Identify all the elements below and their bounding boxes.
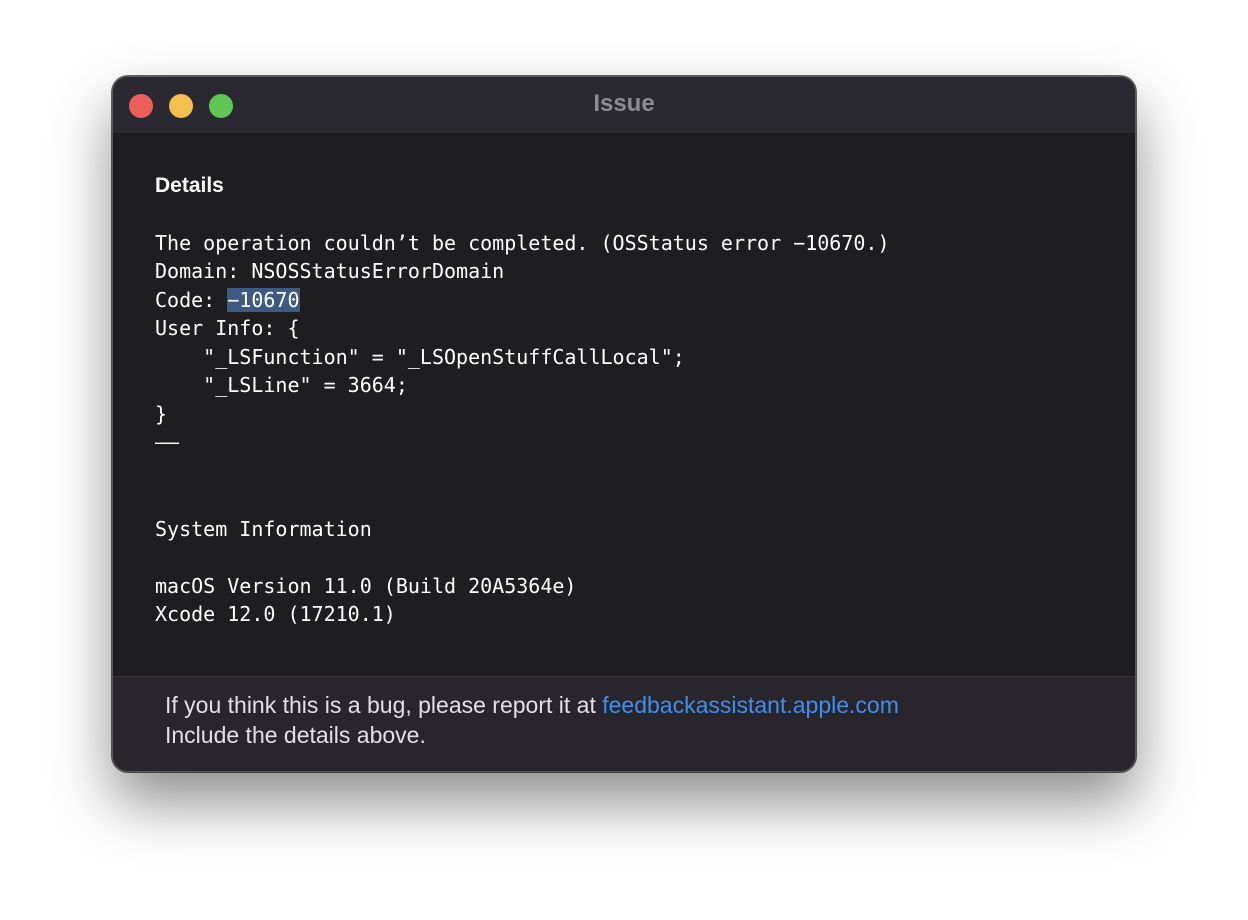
user-info-close: } xyxy=(155,402,168,426)
footer-report-text: If you think this is a bug, please repor… xyxy=(165,692,603,718)
error-code-label: Code: xyxy=(155,288,228,312)
system-info-heading: System Information xyxy=(155,517,372,541)
feedback-link[interactable]: feedbackassistant.apple.com xyxy=(602,692,899,718)
window-title: Issue xyxy=(593,90,655,117)
title-bar[interactable]: Issue xyxy=(113,77,1135,133)
details-heading: Details xyxy=(155,174,224,197)
user-info-function: "_LSFunction" = "_LSOpenStuffCallLocal"; xyxy=(155,345,685,369)
error-code-value[interactable]: −10670 xyxy=(227,288,300,312)
issue-window: Issue Details The operation couldn’t be … xyxy=(112,76,1136,772)
macos-version: macOS Version 11.0 (Build 20A5364e) xyxy=(155,574,577,598)
error-code-line: Code: −10670 xyxy=(155,286,300,314)
separator: –– xyxy=(155,430,180,454)
footer-report-line: If you think this is a bug, please repor… xyxy=(165,692,899,719)
xcode-version: Xcode 12.0 (17210.1) xyxy=(155,602,396,626)
footer: If you think this is a bug, please repor… xyxy=(113,676,1135,771)
error-domain: Domain: NSOSStatusErrorDomain xyxy=(155,259,505,283)
user-info-open: User Info: { xyxy=(155,316,300,340)
error-message: The operation couldn’t be completed. (OS… xyxy=(155,231,890,255)
user-info-line: "_LSLine" = 3664; xyxy=(155,373,408,397)
footer-include-line: Include the details above. xyxy=(165,722,426,748)
